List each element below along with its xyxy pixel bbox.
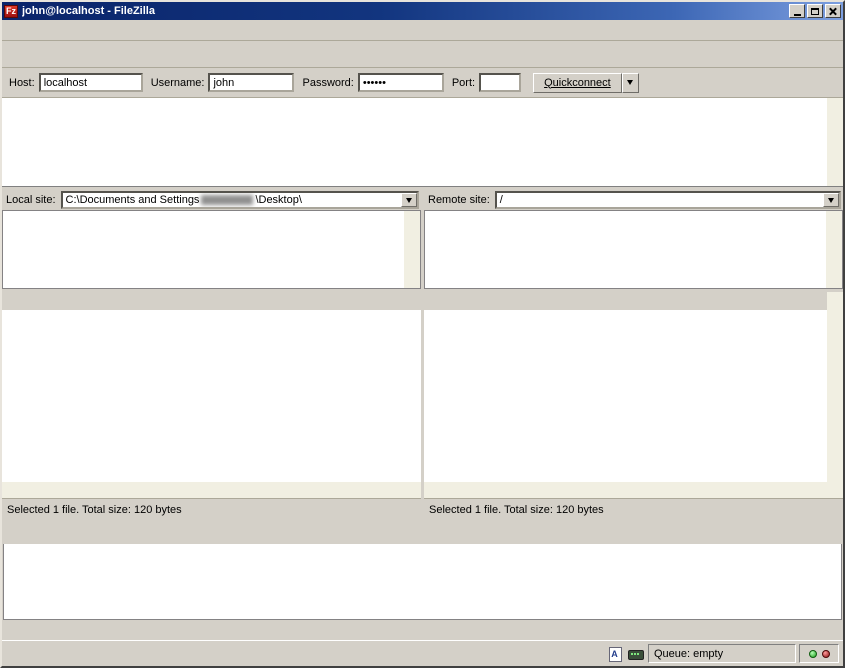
remote-file-list-header xyxy=(424,292,827,310)
chevron-down-icon xyxy=(828,198,834,203)
filezilla-window: Fz john@localhost - FileZilla Host: User… xyxy=(0,0,845,668)
host-label: Host: xyxy=(9,77,35,89)
remote-path-dropdown[interactable] xyxy=(823,193,839,207)
username-label: Username: xyxy=(151,77,205,89)
remote-file-list xyxy=(424,310,827,482)
remote-directory-tree xyxy=(424,210,843,289)
remote-vscrollbar[interactable] xyxy=(827,292,843,482)
quickconnect-bar: Host: Username: Password: Port: Quickcon… xyxy=(2,68,843,98)
browser-panes: Local site: C:\Documents and Settings \D… xyxy=(2,190,843,520)
chevron-down-icon xyxy=(406,198,412,203)
local-hscrollbar[interactable] xyxy=(2,482,421,498)
activity-led-green-icon xyxy=(809,650,817,658)
remote-site-label: Remote site: xyxy=(428,194,490,206)
toolbar xyxy=(2,41,843,68)
transfer-type-icon[interactable] xyxy=(606,646,624,662)
local-file-list-header xyxy=(2,292,421,310)
maximize-icon xyxy=(811,8,819,15)
speed-limits-icon[interactable] xyxy=(627,646,645,662)
remote-list-area xyxy=(424,292,843,482)
remote-path-combobox[interactable]: / xyxy=(495,191,841,209)
remote-path-text[interactable]: / xyxy=(497,193,823,207)
remote-status: Selected 1 file. Total size: 120 bytes xyxy=(424,498,843,520)
local-status: Selected 1 file. Total size: 120 bytes xyxy=(2,498,421,520)
local-pane: Local site: C:\Documents and Settings \D… xyxy=(2,190,421,520)
local-file-list xyxy=(2,310,421,482)
port-input[interactable] xyxy=(479,73,521,92)
queue-tabs xyxy=(2,620,843,640)
activity-led-red-icon xyxy=(822,650,830,658)
local-path-text[interactable]: C:\Documents and Settings \Desktop\ xyxy=(63,193,401,207)
activity-indicators xyxy=(799,644,839,663)
status-bar: Queue: empty xyxy=(2,640,843,666)
queue-status-text: Queue: empty xyxy=(654,648,723,660)
password-input[interactable] xyxy=(358,73,444,92)
local-path-dropdown[interactable] xyxy=(401,193,417,207)
password-label: Password: xyxy=(302,77,353,89)
local-tree-scrollbar[interactable] xyxy=(404,211,420,288)
local-site-label: Local site: xyxy=(6,194,56,206)
quickconnect-button[interactable]: Quickconnect xyxy=(533,73,622,93)
queue-status-cell: Queue: empty xyxy=(648,644,796,663)
log-scrollbar[interactable] xyxy=(827,98,843,186)
remote-tree-rows xyxy=(425,211,826,288)
local-directory-tree xyxy=(2,210,421,289)
chevron-down-icon xyxy=(627,80,633,85)
close-button[interactable] xyxy=(825,4,841,18)
remote-hscrollbar[interactable] xyxy=(424,482,843,498)
titlebar[interactable]: Fz john@localhost - FileZilla xyxy=(2,2,843,20)
remote-path: / xyxy=(500,194,503,206)
app-icon[interactable]: Fz xyxy=(4,5,18,18)
remote-site-row: Remote site: / xyxy=(424,190,843,210)
remote-pane: Remote site: / xyxy=(424,190,843,520)
local-path-combobox[interactable]: C:\Documents and Settings \Desktop\ xyxy=(61,191,419,209)
redacted-username xyxy=(201,195,253,205)
local-tree-rows xyxy=(3,211,404,288)
port-label: Port: xyxy=(452,77,475,89)
close-icon xyxy=(829,7,837,15)
maximize-button[interactable] xyxy=(807,4,823,18)
minimize-icon xyxy=(794,14,801,16)
local-path-suffix: \Desktop\ xyxy=(255,194,301,206)
username-input[interactable] xyxy=(208,73,294,92)
transfer-queue-header xyxy=(2,526,843,544)
message-log xyxy=(2,98,843,187)
menubar xyxy=(2,20,843,41)
log-lines xyxy=(2,98,827,186)
window-title: john@localhost - FileZilla xyxy=(22,5,787,17)
transfer-queue[interactable] xyxy=(3,544,842,620)
local-site-row: Local site: C:\Documents and Settings \D… xyxy=(2,190,421,210)
remote-tree-scrollbar[interactable] xyxy=(826,211,842,288)
local-path-prefix: C:\Documents and Settings xyxy=(66,194,200,206)
minimize-button[interactable] xyxy=(789,4,805,18)
host-input[interactable] xyxy=(39,73,143,92)
quickconnect-label: Quickconnect xyxy=(544,77,611,89)
quickconnect-dropdown[interactable] xyxy=(622,73,639,93)
